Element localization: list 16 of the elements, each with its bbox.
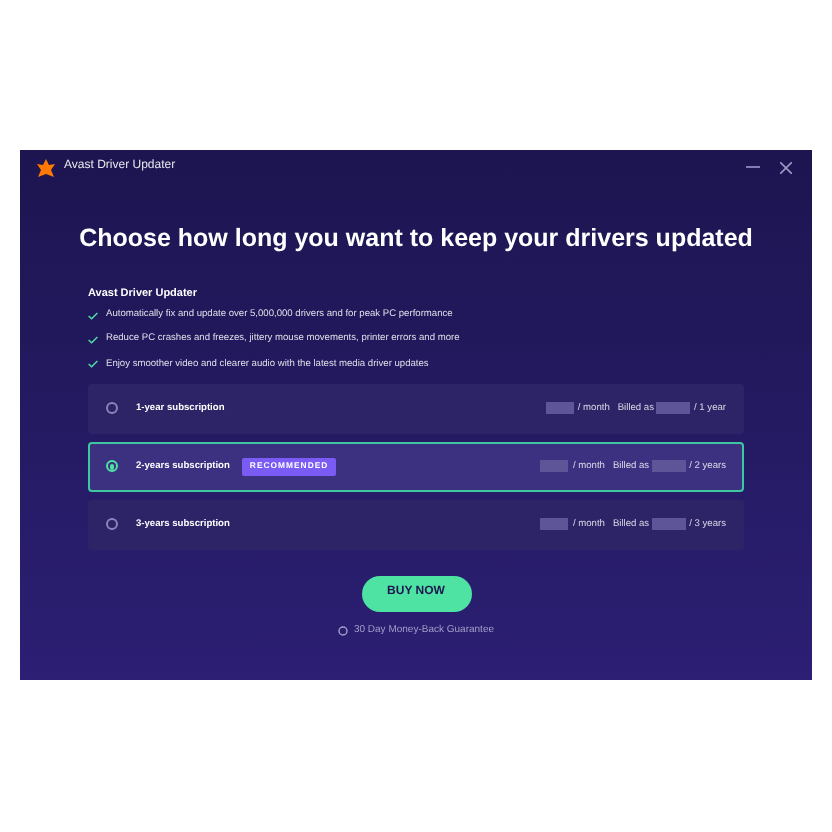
price-placeholder: [540, 518, 569, 531]
radio-button[interactable]: [106, 402, 118, 415]
check-icon: [88, 311, 98, 320]
price-placeholder: [545, 402, 574, 415]
price-placeholder: [651, 518, 686, 531]
minimize-icon[interactable]: [746, 160, 760, 174]
price-placeholder: [540, 460, 569, 473]
close-icon[interactable]: [780, 161, 792, 173]
price-placeholder: [656, 402, 690, 415]
logo-icon: [36, 157, 56, 177]
check-icon: [88, 336, 98, 345]
radio-button[interactable]: [106, 460, 118, 473]
check-icon: [88, 360, 98, 369]
price-placeholder: [651, 460, 686, 473]
radio-button[interactable]: [106, 518, 118, 531]
page-heading: Choose how long you want to keep your drivers updated: [77, 224, 755, 254]
